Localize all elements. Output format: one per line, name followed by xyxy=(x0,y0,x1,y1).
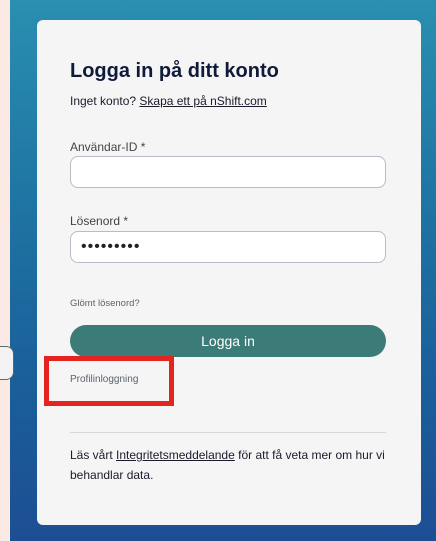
privacy-prefix: Läs vårt xyxy=(70,448,117,462)
divider xyxy=(70,432,386,433)
password-label: Lösenord * xyxy=(70,214,128,228)
profile-login-link[interactable]: Profilinloggning xyxy=(70,374,138,385)
privacy-notice-link[interactable]: Integritetsmeddelande xyxy=(116,448,235,462)
required-marker: * xyxy=(123,214,129,228)
user-id-label-text: Användar-ID xyxy=(70,140,138,154)
page-title: Logga in på ditt konto xyxy=(70,60,279,82)
password-input[interactable]: ••••••••• xyxy=(70,231,386,263)
signup-prompt: Inget konto? Skapa ett på nShift.com xyxy=(70,94,267,108)
login-card: Logga in på ditt konto Inget konto? Skap… xyxy=(37,20,421,525)
side-tab-handle[interactable] xyxy=(0,346,14,380)
signup-prompt-text: Inget konto? xyxy=(70,94,140,108)
required-marker: * xyxy=(140,140,146,154)
user-id-label: Användar-ID * xyxy=(70,140,145,154)
user-id-input[interactable] xyxy=(70,156,386,188)
login-button[interactable]: Logga in xyxy=(70,325,386,357)
privacy-notice: Läs vårt Integritetsmeddelande för att f… xyxy=(70,445,390,485)
forgot-password-link[interactable]: Glömt lösenord? xyxy=(70,298,140,309)
password-label-text: Lösenord xyxy=(70,214,121,228)
signup-link[interactable]: Skapa ett på nShift.com xyxy=(139,94,266,108)
